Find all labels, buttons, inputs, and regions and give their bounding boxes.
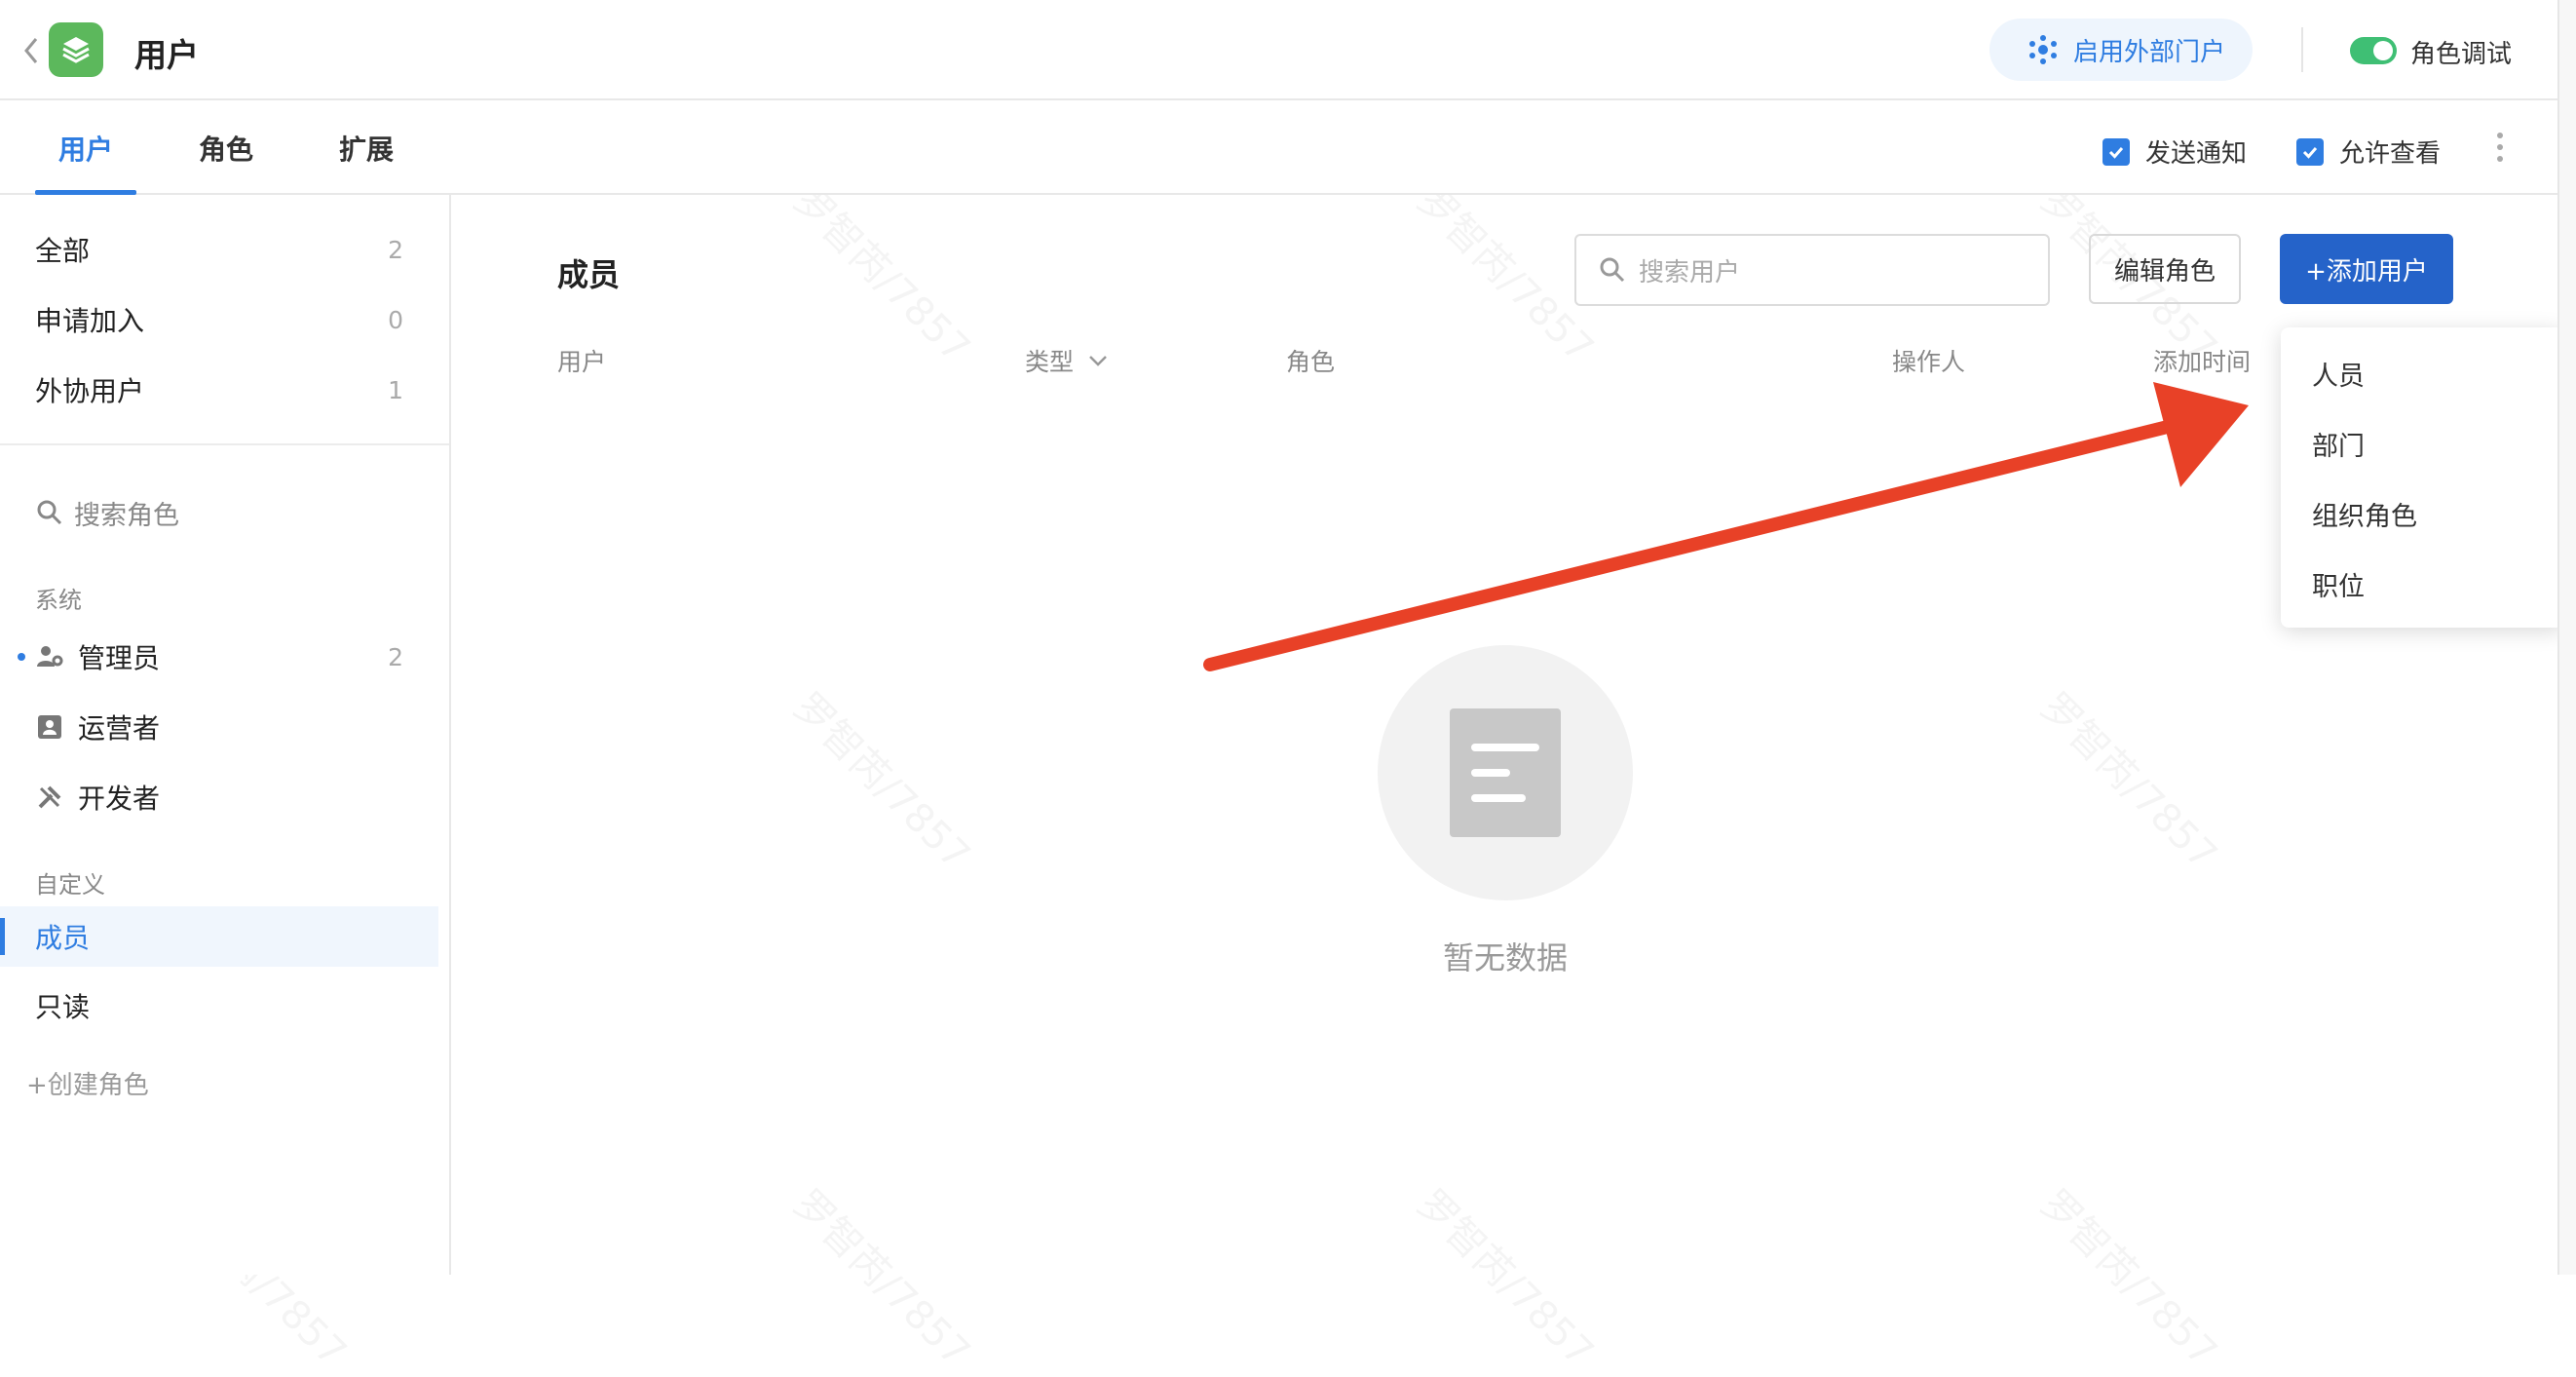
annotation-arrow	[1203, 382, 2249, 671]
add-user-menu: 人员 部门 组织角色 职位	[2281, 327, 2563, 628]
menu-item-org-role[interactable]: 组织角色	[2312, 495, 2417, 533]
window-edge	[2557, 0, 2576, 1275]
menu-item-position[interactable]: 职位	[2312, 565, 2365, 603]
menu-item-department[interactable]: 部门	[2312, 425, 2365, 463]
menu-item-person[interactable]: 人员	[2312, 355, 2365, 393]
